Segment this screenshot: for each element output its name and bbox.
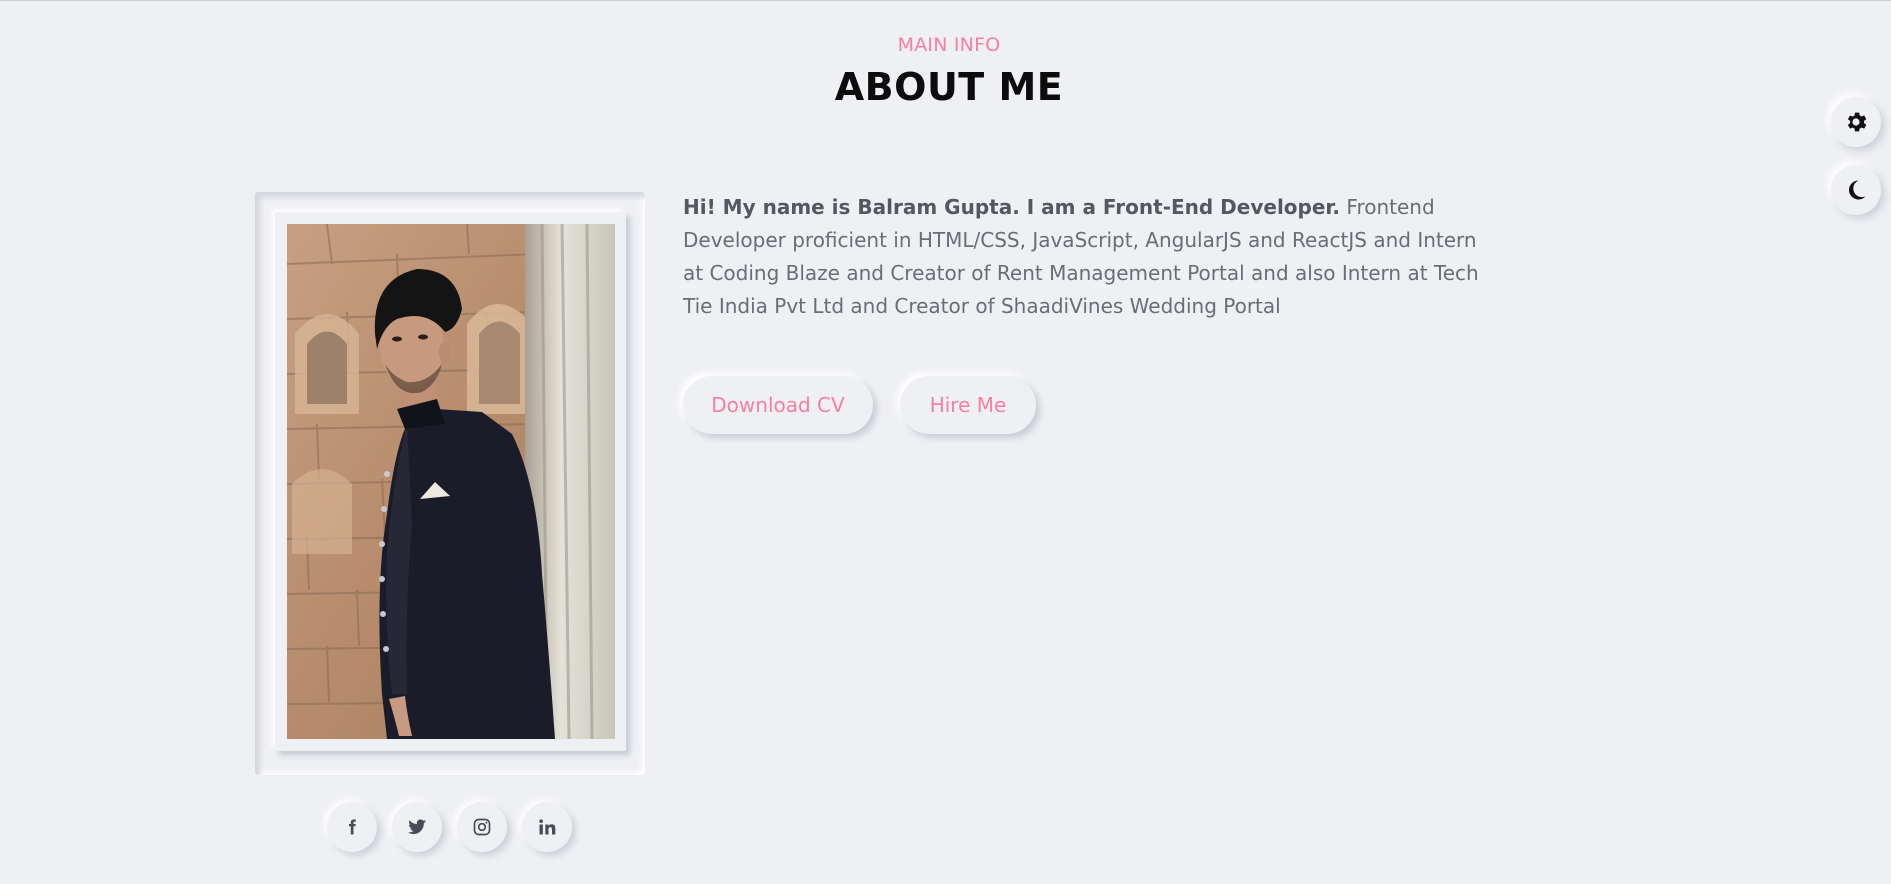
about-description: Hi! My name is Balram Gupta. I am a Fron… <box>683 191 1493 323</box>
profile-photo-card <box>275 212 626 751</box>
facebook-button[interactable] <box>327 802 377 852</box>
settings-button[interactable] <box>1831 97 1881 147</box>
hire-me-button[interactable]: Hire Me <box>900 376 1036 434</box>
download-cv-button[interactable]: Download CV <box>683 376 873 434</box>
instagram-button[interactable] <box>457 802 507 852</box>
action-buttons: Download CV Hire Me <box>683 376 1036 434</box>
social-links <box>327 802 572 852</box>
linkedin-icon <box>539 819 556 835</box>
linkedin-button[interactable] <box>522 802 572 852</box>
facebook-icon <box>349 819 356 835</box>
profile-photo <box>287 224 615 739</box>
gear-icon <box>1847 112 1867 132</box>
theme-toggle-button[interactable] <box>1831 165 1881 215</box>
twitter-button[interactable] <box>392 802 442 852</box>
twitter-icon <box>407 819 427 835</box>
about-section: MAIN INFO ABOUT ME Hi! My name is Balram… <box>0 0 1891 884</box>
instagram-icon <box>473 818 491 836</box>
section-title: ABOUT ME <box>834 65 1064 109</box>
about-lead: Hi! My name is Balram Gupta. I am a Fron… <box>683 195 1341 219</box>
moon-icon <box>1848 180 1866 200</box>
section-subtitle: MAIN INFO <box>897 34 1001 56</box>
profile-photo-frame <box>255 192 645 775</box>
